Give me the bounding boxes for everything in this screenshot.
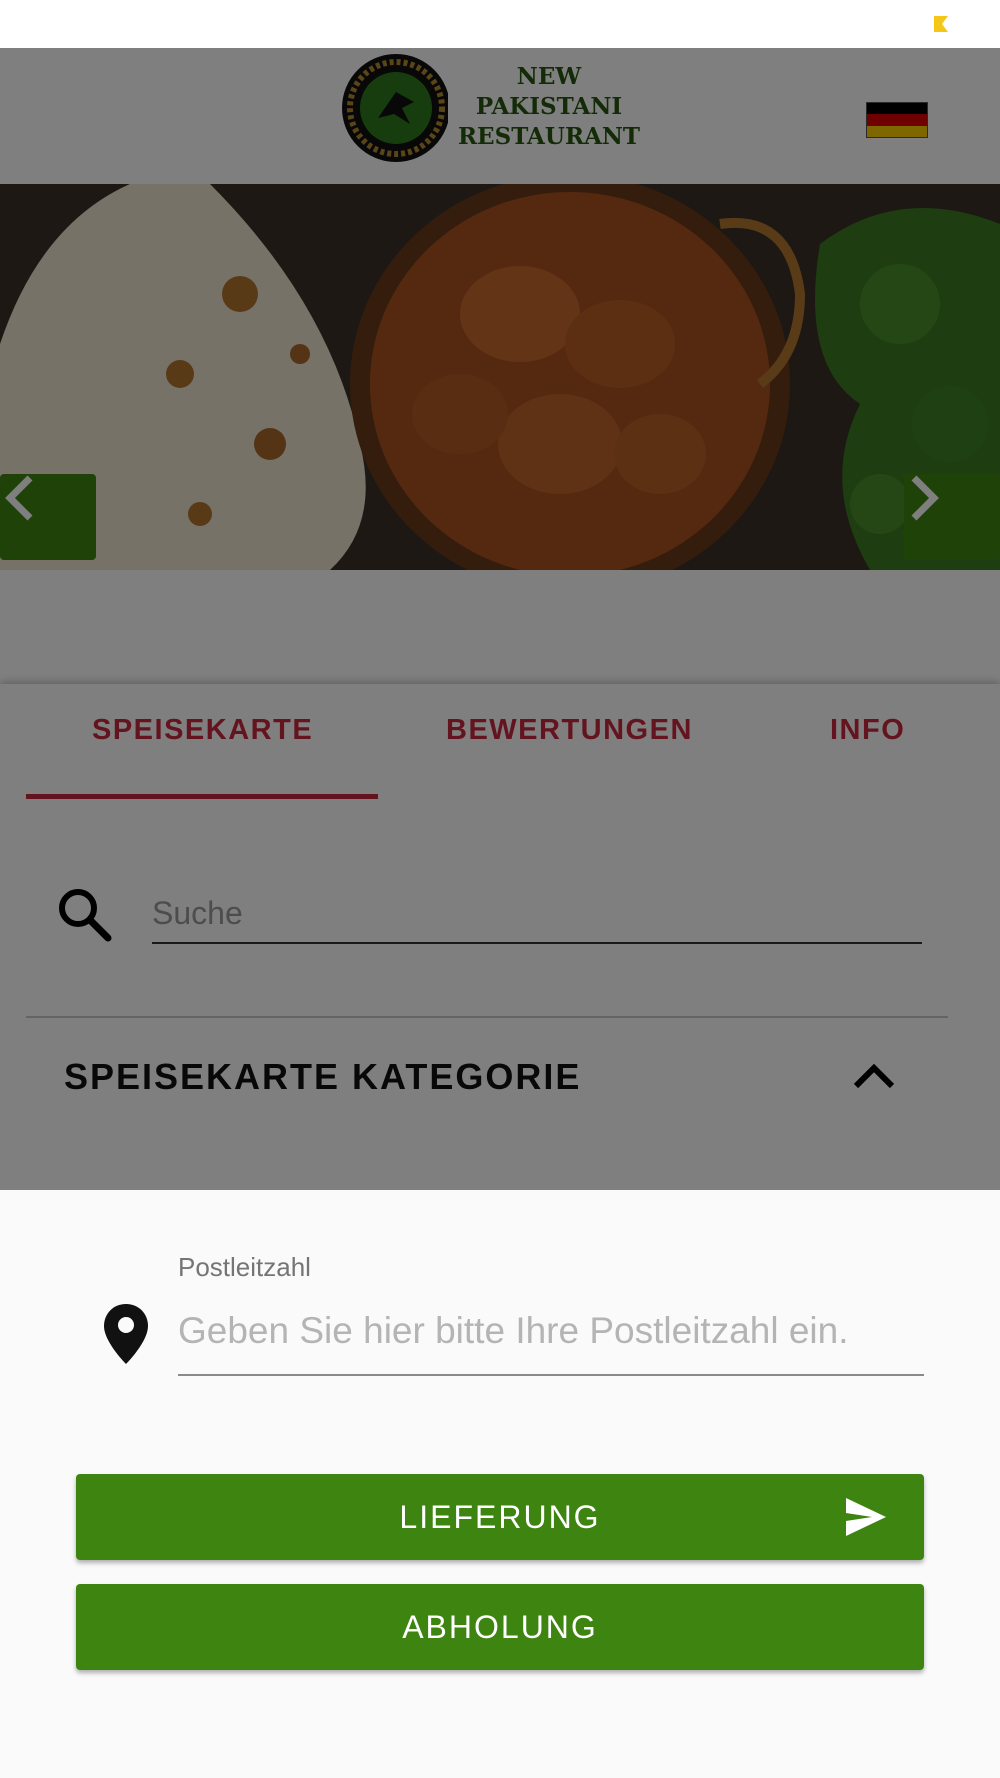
order-type-sheet: Postleitzahl LIEFERUNG ABHOLUNG — [0, 1190, 1000, 1778]
location-pin-icon — [104, 1304, 148, 1364]
postcode-label: Postleitzahl — [178, 1252, 311, 1282]
postcode-input[interactable] — [178, 1288, 924, 1376]
status-bar — [0, 0, 1000, 48]
delivery-button[interactable]: LIEFERUNG — [76, 1474, 924, 1560]
send-icon — [846, 1498, 886, 1536]
notification-icon — [934, 16, 948, 32]
pickup-button[interactable]: ABHOLUNG — [76, 1584, 924, 1670]
delivery-button-label: LIEFERUNG — [399, 1498, 601, 1535]
modal-scrim[interactable] — [0, 48, 1000, 1190]
pickup-button-label: ABHOLUNG — [402, 1608, 598, 1645]
